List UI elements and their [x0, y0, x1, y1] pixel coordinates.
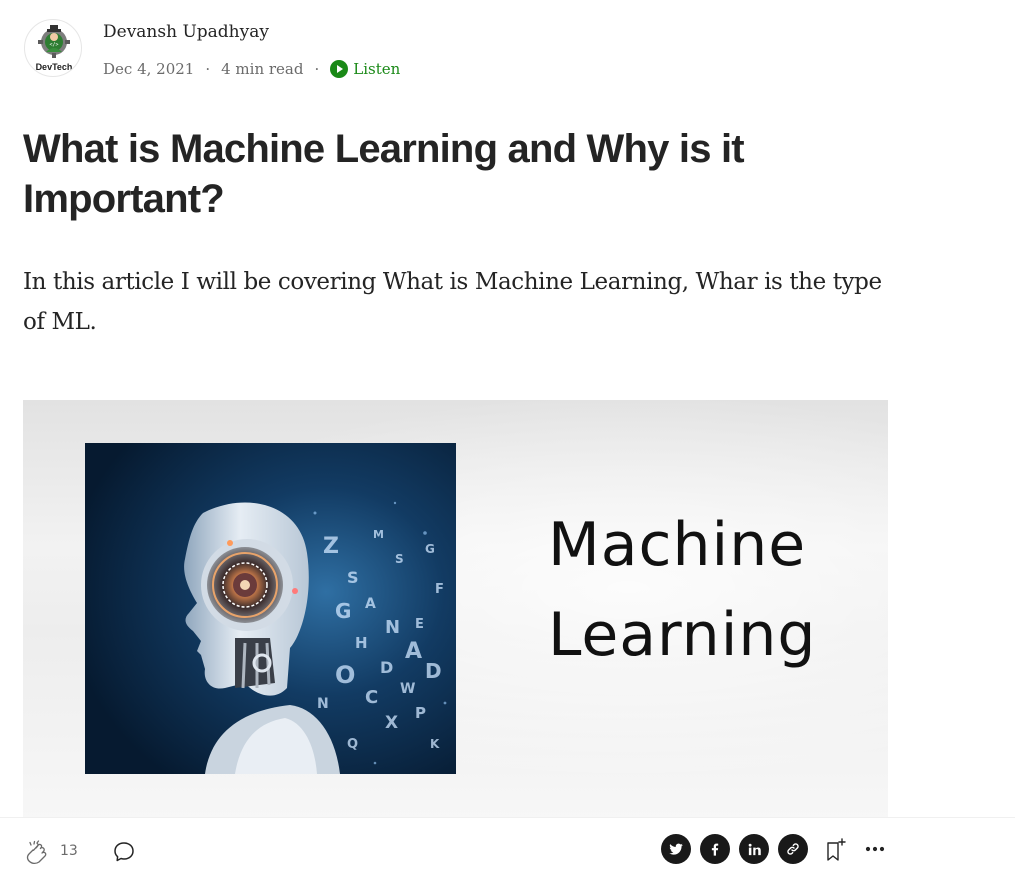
comment-icon[interactable]	[112, 840, 136, 864]
svg-text:D: D	[425, 659, 442, 683]
linkedin-icon	[748, 843, 761, 855]
facebook-icon	[711, 843, 719, 856]
svg-text:O: O	[335, 661, 355, 689]
bookmark-add-icon[interactable]	[823, 837, 849, 863]
svg-text:P: P	[415, 704, 426, 722]
svg-text:</>: </>	[49, 42, 58, 48]
meta-separator: ·	[205, 60, 211, 78]
svg-text:F: F	[435, 582, 444, 597]
svg-text:Z: Z	[323, 534, 339, 559]
robot-head-illustration: Z S G A N H A D E O C W D N X P F G S M	[85, 443, 456, 774]
svg-text:Q: Q	[347, 737, 358, 752]
link-icon	[787, 843, 799, 855]
svg-text:E: E	[415, 617, 424, 632]
svg-text:N: N	[317, 696, 329, 712]
avatar-label: DevTech	[36, 62, 73, 72]
clap-count: 13	[60, 843, 78, 859]
svg-text:X: X	[385, 713, 398, 733]
svg-text:W: W	[400, 681, 415, 697]
hero-caption: Machine Learning	[548, 500, 816, 680]
svg-text:M: M	[373, 528, 384, 541]
svg-text:G: G	[425, 542, 435, 556]
author-avatar[interactable]: </> DevTech	[24, 19, 82, 77]
article-action-bar: 13	[0, 817, 1015, 878]
meta-separator: ·	[314, 60, 320, 78]
clap-icon[interactable]	[25, 840, 51, 866]
article-meta: Dec 4, 2021 · 4 min read · Listen	[103, 58, 400, 80]
listen-button[interactable]: Listen	[330, 60, 400, 78]
copy-link-button[interactable]	[778, 834, 808, 864]
read-time: 4 min read	[221, 60, 304, 78]
hero-caption-line2: Learning	[548, 600, 817, 670]
listen-label: Listen	[353, 60, 401, 78]
svg-text:A: A	[405, 639, 422, 664]
svg-text:N: N	[385, 617, 400, 638]
article-page: </> DevTech Devansh Upadhyay Dec 4, 2021…	[0, 0, 1015, 878]
hero-image[interactable]: Z S G A N H A D E O C W D N X P F G S M	[23, 400, 888, 820]
svg-text:S: S	[347, 568, 359, 587]
publish-date: Dec 4, 2021	[103, 60, 195, 78]
more-icon[interactable]	[863, 840, 887, 858]
svg-text:C: C	[365, 687, 378, 708]
svg-text:A: A	[365, 596, 376, 612]
share-facebook-button[interactable]	[700, 834, 730, 864]
share-linkedin-button[interactable]	[739, 834, 769, 864]
hero-caption-line1: Machine	[548, 510, 807, 580]
svg-text:G: G	[335, 599, 351, 623]
svg-text:S: S	[395, 552, 404, 566]
svg-text:K: K	[430, 737, 440, 751]
play-icon	[330, 60, 349, 78]
svg-text:H: H	[355, 634, 368, 652]
twitter-icon	[669, 843, 683, 855]
author-name-link[interactable]: Devansh Upadhyay	[103, 22, 269, 42]
svg-text:D: D	[380, 658, 393, 677]
devtech-logo: </> DevTech	[36, 25, 73, 72]
share-twitter-button[interactable]	[661, 834, 691, 864]
article-title: What is Machine Learning and Why is it I…	[23, 127, 745, 221]
article-subtitle: In this article I will be covering What …	[23, 269, 882, 335]
